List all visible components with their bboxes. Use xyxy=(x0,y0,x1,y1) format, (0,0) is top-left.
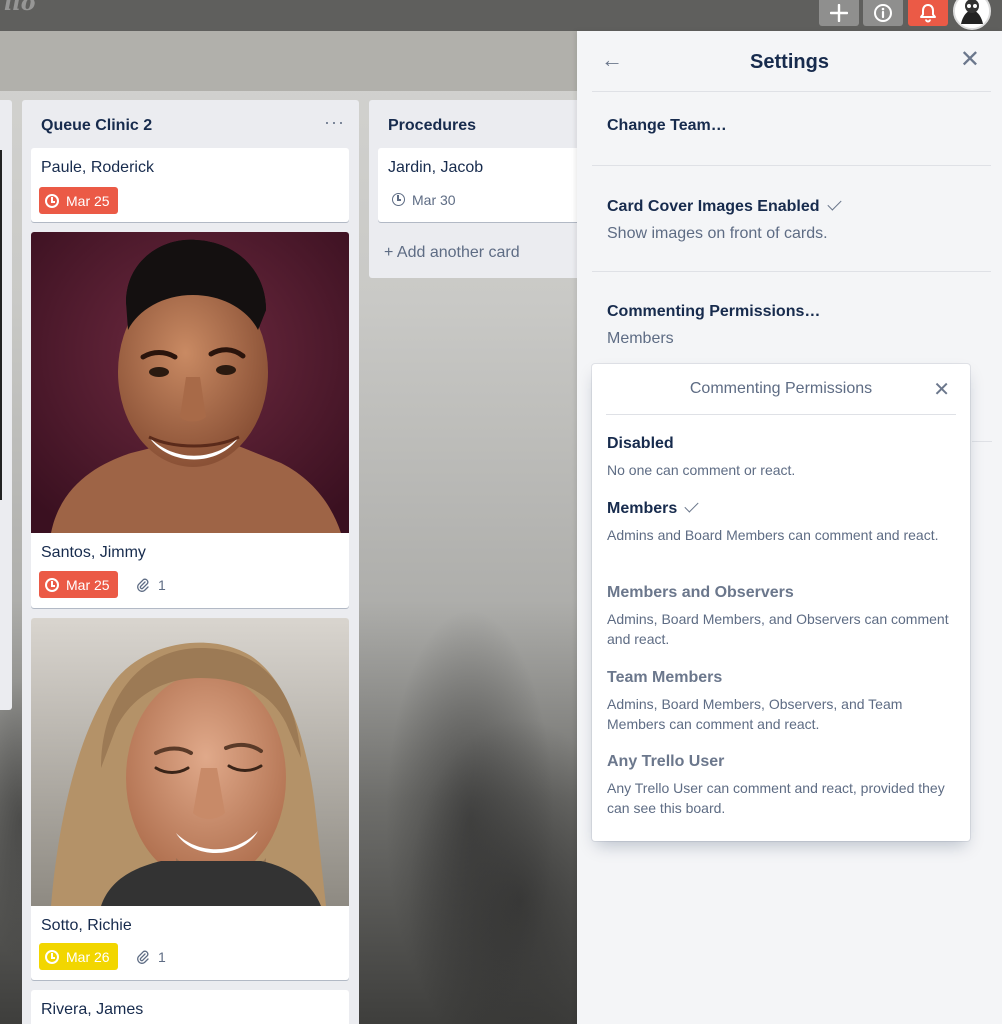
due-date-text: Mar 25 xyxy=(66,576,110,593)
option-members[interactable]: Members Admins and Board Members can com… xyxy=(607,498,952,545)
card-title: Jardin, Jacob xyxy=(388,159,484,176)
card-sotto-richie[interactable]: Sotto, Richie Mar 26 1 xyxy=(31,618,349,980)
option-title: Disabled xyxy=(607,435,674,452)
card-title: Paule, Roderick xyxy=(41,159,154,176)
attachment-count: 1 xyxy=(158,577,166,593)
divider xyxy=(606,414,956,415)
due-date-text: Mar 25 xyxy=(66,192,110,209)
commenting-permissions-title: Commenting Permissions… xyxy=(607,303,821,320)
option-members-and-observers[interactable]: Members and Observers Admins, Board Memb… xyxy=(607,584,952,649)
avatar-image xyxy=(955,0,989,28)
card-title: Rivera, James xyxy=(41,1001,144,1018)
info-button[interactable] xyxy=(863,0,903,26)
card-title: Sotto, Richie xyxy=(41,917,132,934)
attachment-count: 1 xyxy=(158,949,166,965)
option-team-members[interactable]: Team Members Admins, Board Members, Obse… xyxy=(607,669,952,734)
card-jardin-jacob[interactable]: Jardin, Jacob Mar 30 xyxy=(378,148,580,222)
due-date-text: Mar 30 xyxy=(412,191,456,208)
clock-icon xyxy=(45,949,59,964)
clock-icon xyxy=(392,193,405,206)
list-procedures[interactable]: Procedures Jardin, Jacob Mar 30 + Add an… xyxy=(369,100,580,278)
change-team-link[interactable]: Change Team… xyxy=(607,117,727,135)
divider xyxy=(972,441,992,442)
card-cover-image xyxy=(31,618,349,906)
attachment-badge: 1 xyxy=(136,949,166,965)
create-button[interactable] xyxy=(819,0,859,26)
list-menu-button[interactable]: ··· xyxy=(324,112,345,133)
clock-icon xyxy=(45,577,59,592)
option-description: Admins and Board Members can comment and… xyxy=(607,527,939,543)
option-title: Members xyxy=(607,498,952,518)
commenting-permissions-popover: Commenting Permissions ✕ Disabled No one… xyxy=(592,364,970,841)
due-date-badge[interactable]: Mar 25 xyxy=(39,187,118,214)
info-icon xyxy=(874,4,892,22)
header-bar: llo xyxy=(0,0,1002,31)
checkmark-icon xyxy=(826,196,842,211)
option-description: No one can comment or react. xyxy=(607,462,796,478)
list-partial-left xyxy=(0,100,12,710)
add-card-button[interactable]: + Add another card xyxy=(384,244,520,262)
portrait-image xyxy=(31,618,349,906)
option-description: Admins, Board Members, and Observers can… xyxy=(607,611,949,647)
board-header xyxy=(0,31,580,91)
option-title: Team Members xyxy=(607,669,723,686)
sidebar-title: Settings xyxy=(750,51,829,73)
bell-icon xyxy=(920,4,936,23)
notifications-button[interactable] xyxy=(908,0,948,26)
close-icon[interactable]: ✕ xyxy=(960,45,980,74)
trello-logo[interactable]: llo xyxy=(4,0,35,16)
option-any-trello-user[interactable]: Any Trello User Any Trello User can comm… xyxy=(607,753,952,818)
paperclip-icon xyxy=(137,578,149,592)
due-date-badge[interactable]: Mar 30 xyxy=(388,186,464,213)
divider xyxy=(592,165,991,166)
list-queue-clinic-2[interactable]: Queue Clinic 2 ··· Paule, Roderick Mar 2… xyxy=(22,100,359,1024)
card-paule-roderick[interactable]: Paule, Roderick Mar 25 xyxy=(31,148,349,222)
list-title[interactable]: Procedures xyxy=(388,117,476,135)
popover-title: Commenting Permissions xyxy=(689,380,873,397)
member-avatar[interactable] xyxy=(953,0,991,30)
option-title: Any Trello User xyxy=(607,753,725,770)
option-description: Admins, Board Members, Observers, and Te… xyxy=(607,696,903,732)
card-cover-title: Card Cover Images Enabled xyxy=(607,196,842,216)
option-title: Members and Observers xyxy=(607,584,794,601)
due-date-badge[interactable]: Mar 26 xyxy=(39,943,118,970)
card-cover-image xyxy=(31,232,349,533)
due-date-text: Mar 26 xyxy=(66,948,110,965)
portrait-image xyxy=(31,232,349,533)
divider xyxy=(592,271,991,272)
attachment-badge: 1 xyxy=(136,577,166,593)
option-disabled[interactable]: Disabled No one can comment or react. xyxy=(607,435,952,480)
clock-icon xyxy=(45,193,59,208)
card-rivera-james[interactable]: Rivera, James xyxy=(31,990,349,1024)
card-cover-description: Show images on front of cards. xyxy=(607,225,828,242)
option-description: Any Trello User can comment and react, p… xyxy=(607,780,945,816)
sidebar-header: ← Settings ✕ xyxy=(577,31,1002,91)
plus-icon xyxy=(830,4,848,22)
close-icon[interactable]: ✕ xyxy=(933,377,950,402)
paperclip-icon xyxy=(137,950,149,964)
commenting-permissions-value: Members xyxy=(607,330,674,347)
list-title[interactable]: Queue Clinic 2 xyxy=(41,117,152,135)
due-date-badge[interactable]: Mar 25 xyxy=(39,571,118,598)
checkmark-icon xyxy=(684,498,699,513)
card-santos-jimmy[interactable]: Santos, Jimmy Mar 25 1 xyxy=(31,232,349,608)
card-title: Santos, Jimmy xyxy=(41,544,146,561)
divider xyxy=(592,91,991,92)
